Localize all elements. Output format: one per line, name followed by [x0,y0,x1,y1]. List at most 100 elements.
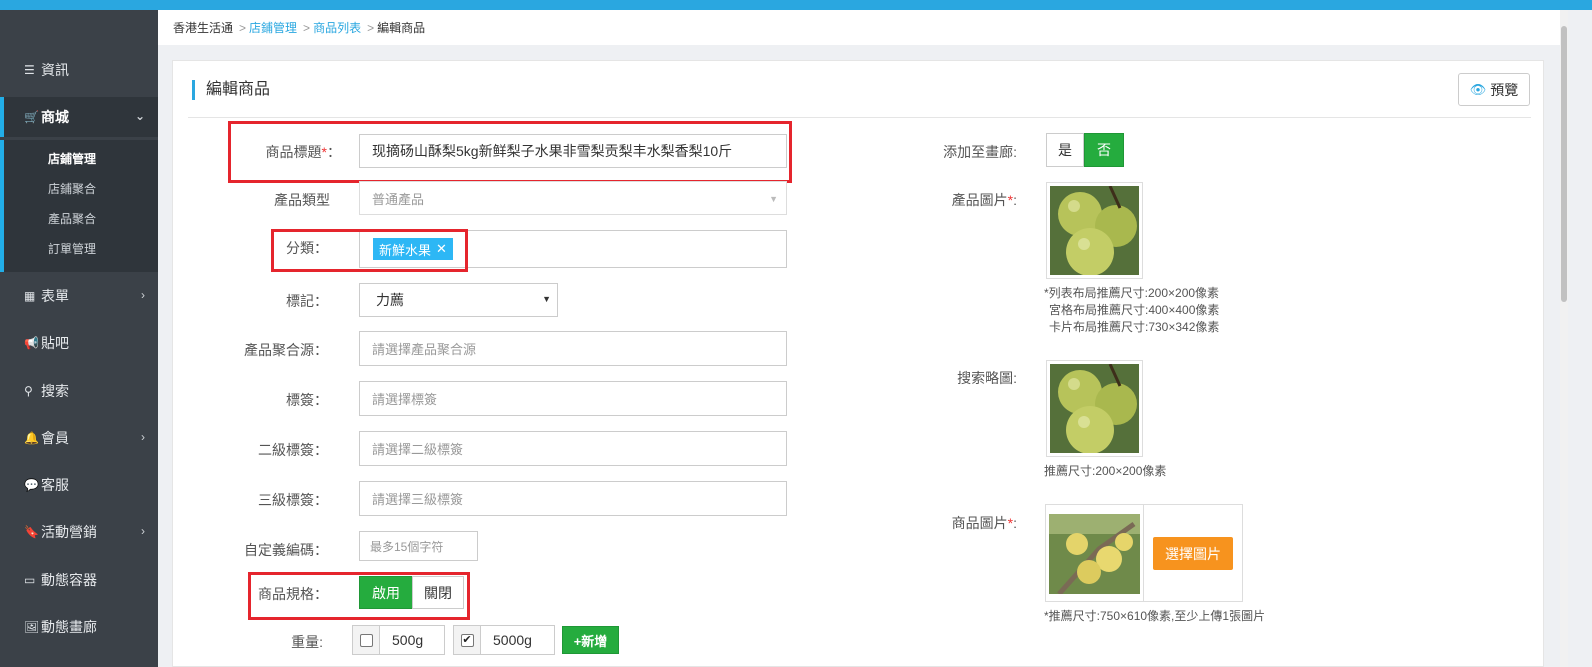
breadcrumb-separator-icon: > [303,20,311,35]
product-image-thumbnail[interactable] [1046,182,1143,279]
megaphone-icon: 📢 [24,336,39,350]
spec-disable-button[interactable]: 關閉 [412,576,464,609]
spec-enable-button[interactable]: 啟用 [359,576,413,609]
sidebar-item-label: 動態容器 [41,572,97,588]
spec-label: 商品規格： [258,586,328,602]
submenu-item-store-management[interactable]: 店鋪管理 [48,150,96,167]
product-image-hint: 卡片布局推薦尺寸:730×342像素 [1049,320,1220,334]
sidebar-item-label: 搜索 [41,383,69,399]
sidebar-item-label: 會員 [41,430,69,446]
preview-button-label: 預覽 [1490,81,1519,98]
breadcrumb-home[interactable]: 香港生活通 [173,19,233,36]
chevron-right-icon: › [141,288,145,302]
sidebar-item-label: 活動營銷 [41,524,97,540]
code-label: 自定義編碼： [244,542,328,558]
sidebar-item-gallery[interactable]: 🖼 動態畫廊 [0,607,158,647]
top-bar [0,0,1592,10]
tag-label: 標簽： [286,392,328,408]
tag3-label: 三級標簽： [258,492,328,508]
edit-product-panel: 編輯商品 👁 預覽 商品標題*： 现摘砀山酥梨5kg新鲜梨子水果非雪梨贡梨丰水梨… [172,60,1544,667]
chevron-down-icon: ⌄ [134,109,145,123]
checkbox[interactable] [359,633,373,647]
bell-icon: 🔔 [24,431,39,445]
breadcrumb-current: 編輯商品 [377,21,426,35]
product-image-hint: 宮格布局推薦尺寸:400×400像素 [1049,303,1220,317]
weight-option-value[interactable]: 5000g [480,625,555,655]
breadcrumb-store-management[interactable]: 店鋪管理 [249,19,297,36]
tag2-select[interactable]: 請選擇二級標簽 [359,431,787,466]
list-icon: ☰ [24,63,35,77]
sidebar-item-forum[interactable]: 📢 貼吧 [0,323,158,363]
pear-image [1050,363,1139,454]
product-image-label: 產品圖片*: [951,192,1017,208]
caret-down-icon: ▼ [542,294,551,304]
eye-icon: 👁 [1469,81,1487,97]
close-icon[interactable]: ✕ [436,241,447,257]
tag3-select[interactable]: 請選擇三級標簽 [359,481,787,516]
scrollbar-thumb[interactable] [1561,26,1567,302]
mark-select[interactable]: 力薦 ▼ [359,283,558,317]
mall-submenu: 店鋪管理 店鋪聚合 產品聚合 訂單管理 [0,140,158,272]
check-icon[interactable]: ✔ [460,633,474,647]
gallery-no-button[interactable]: 否 [1084,133,1124,167]
product-type-select[interactable]: 普通產品 ▼ [359,181,787,215]
tag2-label: 二級標簽： [258,442,328,458]
sidebar-item-container[interactable]: ▭ 動態容器 [0,560,158,600]
comment-icon: 💬 [24,478,39,492]
add-spec-button[interactable]: +新增 [562,626,619,654]
breadcrumb-separator-icon: > [367,20,375,35]
mark-label: 標記： [286,293,328,309]
sidebar-item-mall[interactable]: 🛒 商城 ⌄ [0,97,158,137]
cart-icon: 🛒 [24,110,39,124]
goods-image-thumbnail[interactable] [1045,504,1144,602]
breadcrumb: 香港生活通 > 店鋪管理 > 商品列表 > 編輯商品 [158,10,1560,45]
sidebar-item-label: 表單 [41,288,69,304]
sidebar-item-label: 資訊 [41,62,69,78]
chevron-right-icon: › [141,430,145,444]
preview-button[interactable]: 👁 預覽 [1458,73,1530,106]
submenu-item-product-aggregate[interactable]: 產品聚合 [48,210,96,227]
submenu-item-store-aggregate[interactable]: 店鋪聚合 [48,180,96,197]
sidebar-item-info[interactable]: ☰ 資訊 [0,50,158,90]
hdd-icon: ▭ [24,573,36,587]
submenu-item-order-management[interactable]: 訂單管理 [48,240,96,257]
weight-option-value[interactable]: 500g [379,625,445,655]
aggregate-label: 產品聚合源： [244,342,328,358]
picture-icon: 🖼 [24,620,40,634]
sidebar: ☰ 資訊 🛒 商城 ⌄ 店鋪管理 店鋪聚合 產品聚合 訂單管理 ▦ 表單 › 📢… [0,10,158,667]
table-icon: ▦ [24,289,36,303]
tag-select[interactable]: 請選擇標簽 [359,381,787,416]
breadcrumb-product-list[interactable]: 商品列表 [313,19,361,36]
aggregate-select[interactable]: 請選擇產品聚合源 [359,331,787,366]
sidebar-item-label: 動態畫廊 [41,619,97,635]
goods-image-label: 商品圖片*: [951,515,1017,531]
title-input[interactable]: 现摘砀山酥梨5kg新鲜梨子水果非雪梨贡梨丰水梨香梨10斤 [359,134,787,168]
category-label: 分類： [286,240,328,256]
gallery-yes-button[interactable]: 是 [1046,133,1084,167]
page-title: 編輯商品 [192,80,270,100]
weight-option-checkbox[interactable]: ✔ [453,625,481,655]
sidebar-item-service[interactable]: 💬 客服 [0,465,158,505]
sidebar-item-search[interactable]: ⚲ 搜索 [0,371,158,411]
goods-image-hint: *推薦尺寸:750×610像素,至少上傳1張圖片 [1044,609,1266,623]
sidebar-item-form[interactable]: ▦ 表單 › [0,276,158,316]
search-thumbnail-image[interactable] [1046,360,1143,457]
chevron-right-icon: › [141,524,145,538]
select-image-button[interactable]: 選擇圖片 [1153,537,1233,570]
sidebar-item-label: 客服 [41,477,69,493]
page-scrollbar[interactable] [1560,10,1568,667]
weight-option-checkbox[interactable] [352,625,380,655]
sidebar-item-member[interactable]: 🔔 會員 › [0,418,158,458]
category-tag[interactable]: 新鮮水果 ✕ [373,238,453,260]
product-image-hint: *列表布局推薦尺寸:200×200像素 [1044,286,1220,300]
bookmark-icon: 🔖 [24,525,39,539]
thumb-hint: 推薦尺寸:200×200像素 [1044,464,1167,478]
product-type-label: 產品類型 [274,192,330,208]
title-label: 商品標題*： [265,144,341,160]
caret-down-icon: ▼ [769,194,778,204]
code-input[interactable]: 最多15個字符 [359,531,478,561]
divider [188,117,1531,118]
sidebar-item-marketing[interactable]: 🔖 活動營銷 › [0,512,158,552]
sidebar-item-label: 貼吧 [41,335,69,351]
pear-tree-image [1049,514,1140,596]
